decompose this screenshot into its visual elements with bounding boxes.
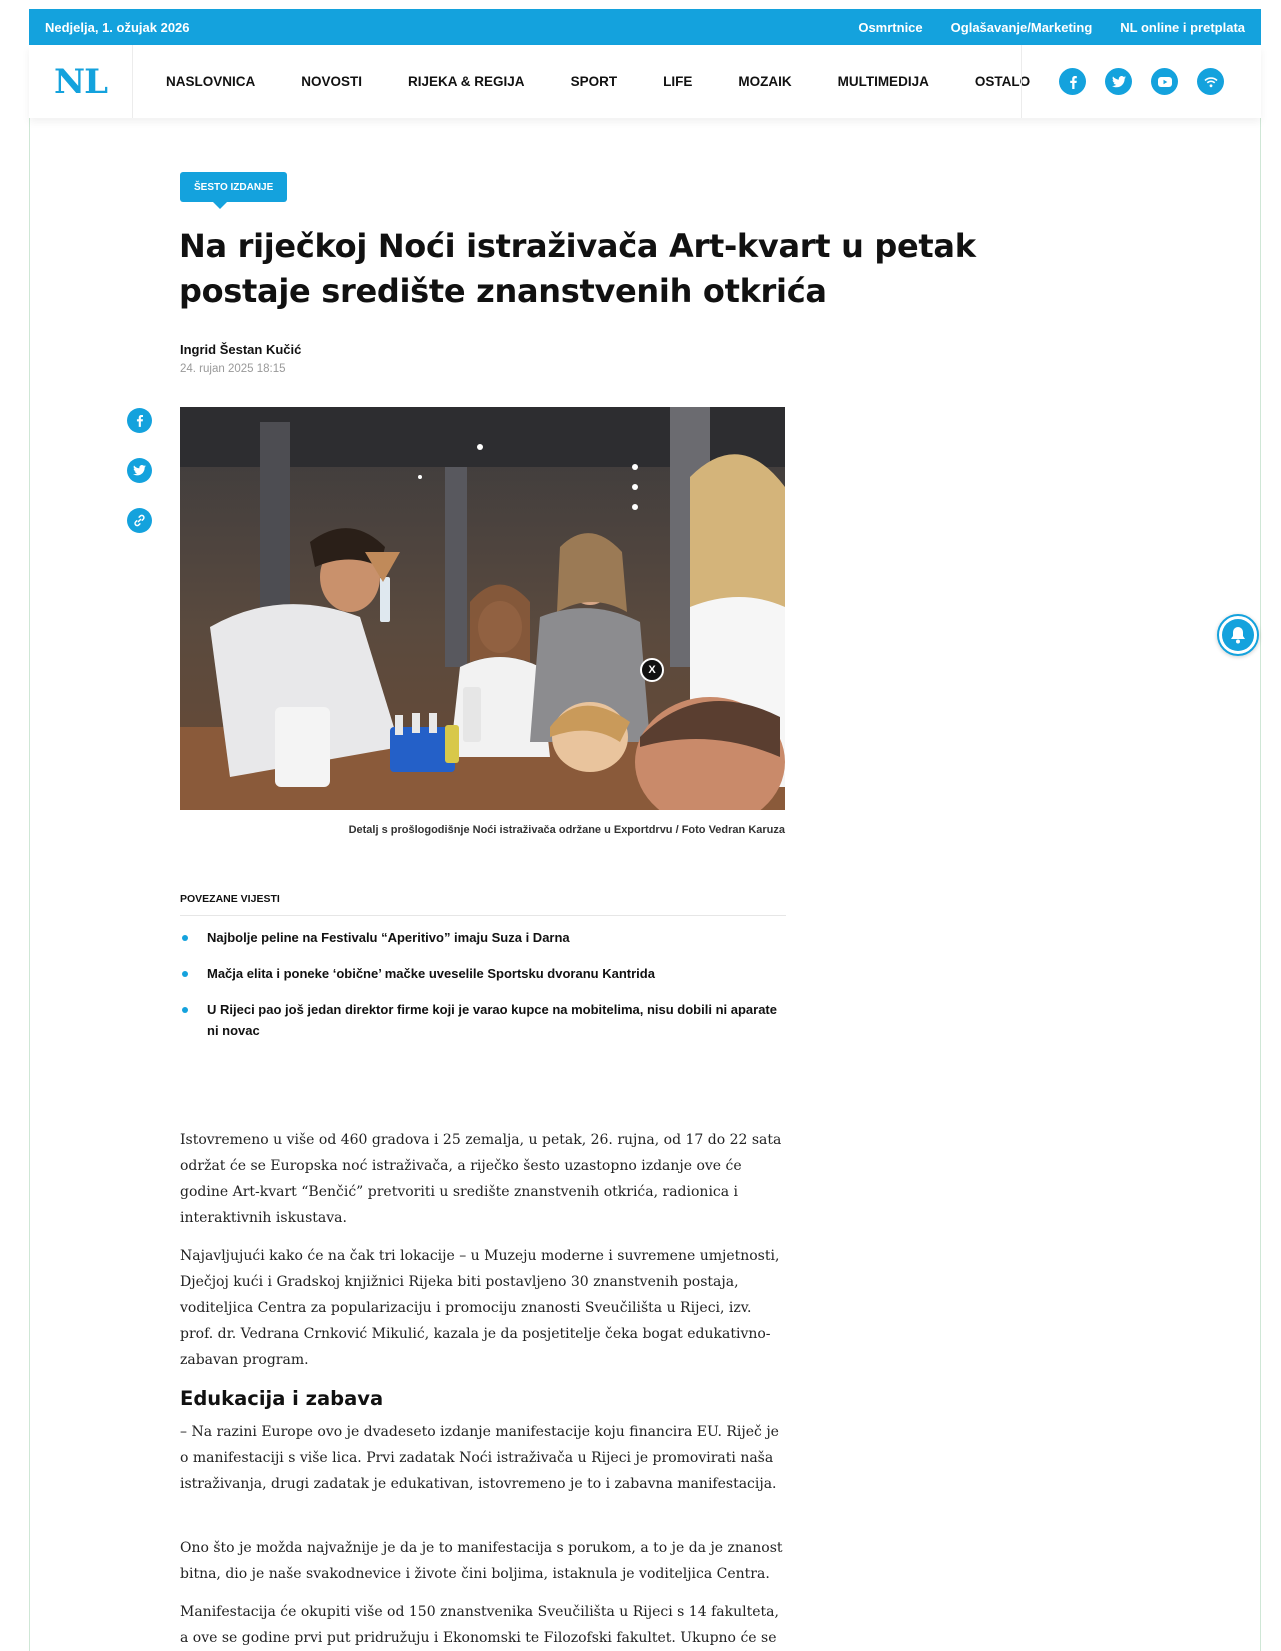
nav-item-rijeka-regija[interactable]: RIJEKA & REGIJA	[408, 74, 525, 89]
nav-item-mozaik[interactable]: MOZAIK	[738, 74, 791, 89]
section-heading: Edukacija i zabava	[180, 1387, 384, 1410]
current-date: Nedjelja, 1. ožujak 2026	[45, 19, 190, 35]
close-icon[interactable]: X	[640, 658, 664, 682]
body-paragraph: – Na razini Europe ovo je dvadeseto izda…	[180, 1424, 779, 1492]
link-osmrtnice[interactable]: Osmrtnice	[858, 20, 922, 35]
top-bar: Nedjelja, 1. ožujak 2026 Osmrtnice Oglaš…	[29, 9, 1261, 45]
facebook-icon[interactable]	[1059, 68, 1086, 95]
rss-icon[interactable]	[1197, 68, 1224, 95]
photo-caption: Detalj s prošlogodišnje Noći istraživača…	[348, 824, 785, 836]
related-link[interactable]: Najbolje peline na Festivalu “Aperitivo”…	[180, 927, 786, 948]
article-badge[interactable]: ŠESTO IZDANJE	[180, 172, 288, 209]
article-body: Istovremeno u više od 460 gradova i 25 z…	[180, 1127, 788, 1651]
nav-item-naslovnica[interactable]: NASLOVNICA	[166, 74, 255, 89]
header-social-links	[1021, 45, 1261, 118]
nav-item-life[interactable]: LIFE	[663, 74, 692, 89]
body-paragraph: Najavljujući kako će na čak tri lokacije…	[180, 1248, 780, 1368]
body-paragraph: Istovremeno u više od 460 gradova i 25 z…	[180, 1132, 782, 1226]
related-heading: POVEZANE VIJESTI	[180, 893, 786, 916]
site-logo[interactable]: NL	[29, 45, 133, 118]
article-date: 24. rujan 2025 18:15	[180, 363, 286, 375]
share-sidebar	[127, 408, 152, 533]
top-links: Osmrtnice Oglašavanje/Marketing NL onlin…	[858, 20, 1245, 35]
youtube-icon[interactable]	[1151, 68, 1178, 95]
article-author[interactable]: Ingrid Šestan Kučić	[180, 342, 301, 357]
notification-bell-button[interactable]	[1217, 614, 1259, 656]
main-navbar: NL NASLOVNICA NOVOSTI RIJEKA & REGIJA SP…	[29, 45, 1261, 118]
nav-item-multimedija[interactable]: MULTIMEDIJA	[838, 74, 929, 89]
share-facebook-icon[interactable]	[127, 408, 152, 433]
share-twitter-icon[interactable]	[127, 458, 152, 483]
related-link[interactable]: U Rijeci pao još jedan direktor firme ko…	[180, 999, 786, 1041]
link-subscription[interactable]: NL online i pretplata	[1120, 20, 1245, 35]
nav-item-novosti[interactable]: NOVOSTI	[301, 74, 362, 89]
article-photo	[180, 407, 785, 810]
related-news: POVEZANE VIJESTI Najbolje peline na Fest…	[180, 893, 786, 1056]
share-link-icon[interactable]	[127, 508, 152, 533]
bell-icon	[1222, 619, 1254, 651]
twitter-icon[interactable]	[1105, 68, 1132, 95]
main-menu: NASLOVNICA NOVOSTI RIJEKA & REGIJA SPORT…	[166, 74, 1076, 89]
link-marketing[interactable]: Oglašavanje/Marketing	[951, 20, 1093, 35]
related-link[interactable]: Mačja elita i poneke ‘obične’ mačke uves…	[180, 963, 786, 984]
body-paragraph: Manifestacija će okupiti više od 150 zna…	[180, 1604, 779, 1646]
nav-item-sport[interactable]: SPORT	[571, 74, 618, 89]
article-title: Na riječkoj Noći istraživača Art-kvart u…	[179, 227, 976, 310]
body-paragraph: Ono što je možda najvažnije je da je to …	[180, 1540, 783, 1582]
